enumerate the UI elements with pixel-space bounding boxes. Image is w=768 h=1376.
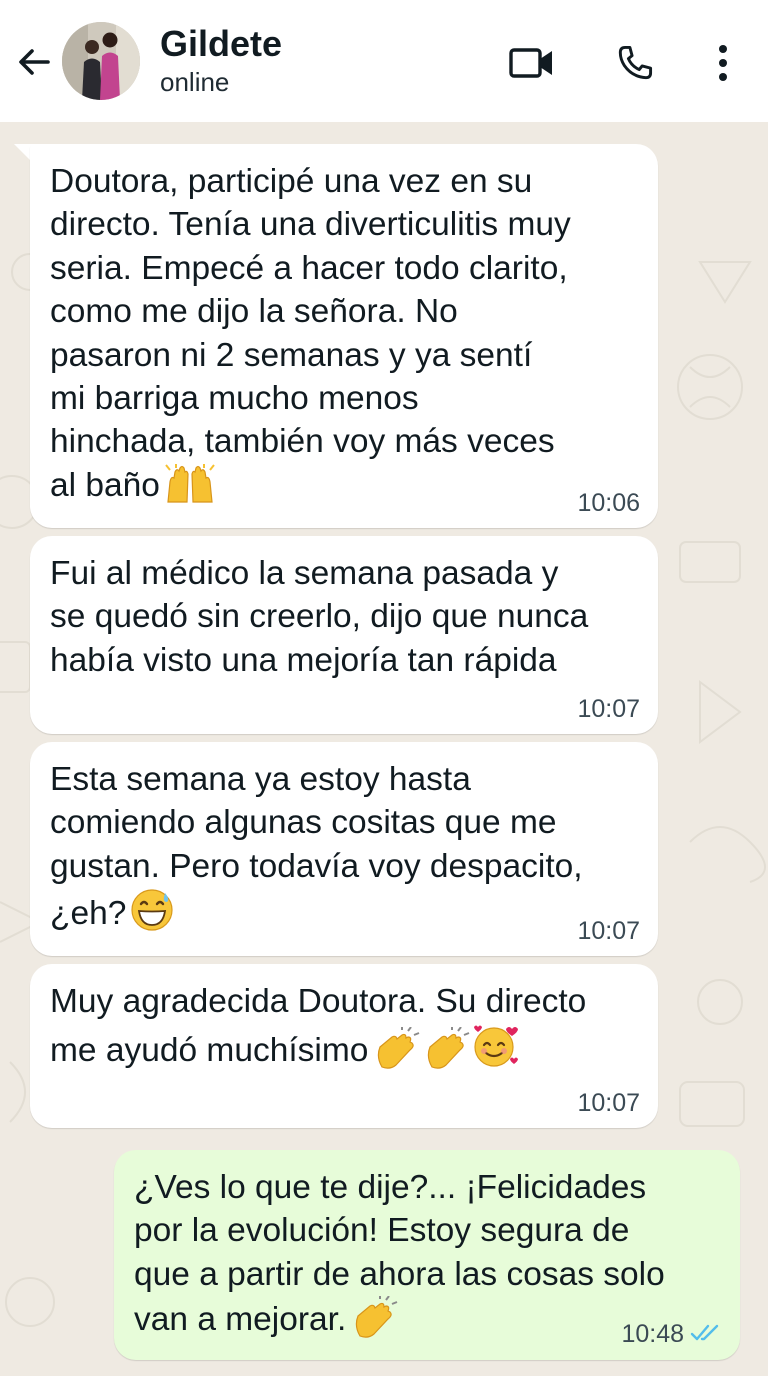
more-options-button[interactable] [698,38,748,88]
message-time: 10:07 [577,1089,640,1117]
video-call-button[interactable] [507,38,557,88]
voice-call-icon [618,45,653,80]
contact-info[interactable]: Gildete online [160,22,282,98]
message-bubble-incoming[interactable]: Doutora, participé una vez en su directo… [30,144,658,528]
raising-hands-emoji [164,463,216,515]
clapping-hands-emoji [372,1026,422,1080]
message-time: 10:06 [577,489,640,517]
contact-name: Gildete [160,23,283,64]
clapping-hands-emoji [422,1026,472,1080]
message-bubble-incoming[interactable]: Esta semana ya estoy hasta comiendo algu… [30,742,658,956]
message-text: Fui al médico la semana pasada y se qued… [50,555,589,679]
contact-status: online [160,67,230,97]
chat-area[interactable]: Doutora, participé una vez en su directo… [0,122,768,1376]
avatar-photo [62,22,140,100]
video-call-icon [509,48,552,78]
message-time: 10:48 [621,1319,684,1348]
message-time: 10:07 [577,917,640,945]
message-bubble-incoming[interactable]: Muy agradecida Doutora. Su directo me ay… [30,964,658,1128]
more-options-icon [719,45,727,81]
message-text: Doutora, participé una vez en su directo… [50,160,642,515]
message-text: Muy agradecida Doutora. Su directo me ay… [50,980,642,1081]
voice-call-button[interactable] [610,38,660,88]
message-bubble-incoming[interactable]: Fui al médico la semana pasada y se qued… [30,536,658,734]
clapping-hands-emoji [350,1295,400,1349]
contact-avatar[interactable] [62,22,140,100]
message-time: 10:07 [577,695,640,723]
grinning-sweat-emoji [130,888,174,943]
message-text-content: Doutora, participé una vez en su directo… [50,163,571,504]
smiling-face-with-hearts-emoji [472,1023,520,1080]
message-bubble-outgoing[interactable]: ¿Ves lo que te dije?... ¡Felicidades por… [114,1150,740,1360]
back-button[interactable] [12,40,56,84]
chat-header: Gildete online [0,0,768,122]
message-meta: 10:48 [621,1319,722,1350]
message-text: Esta semana ya estoy hasta comiendo algu… [50,758,642,944]
read-ticks-icon [690,1320,722,1350]
back-arrow-icon [19,49,50,75]
